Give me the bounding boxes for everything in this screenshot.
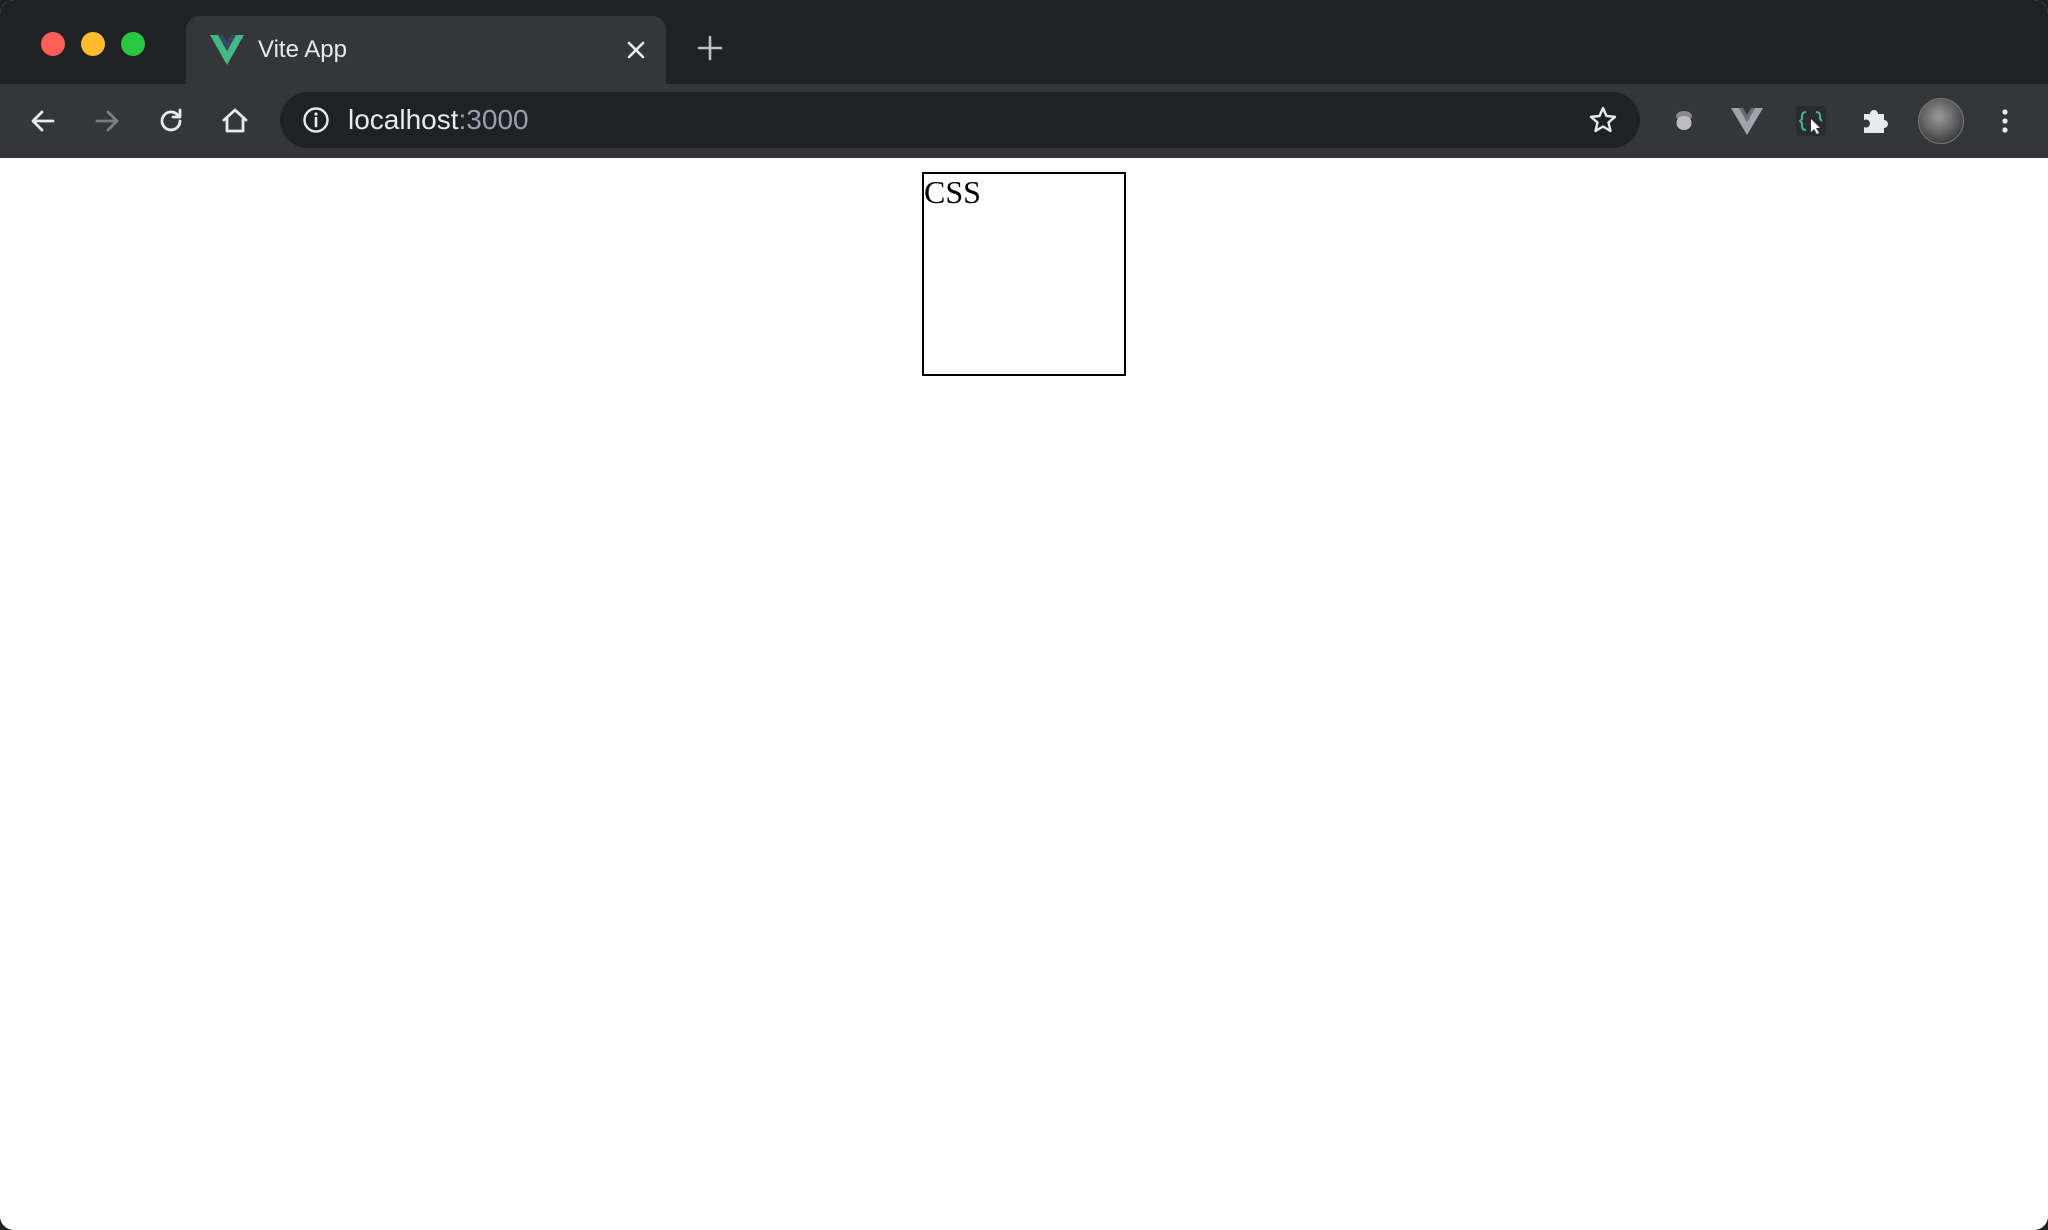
back-arrow-icon[interactable]	[26, 104, 60, 138]
close-window-button[interactable]	[41, 32, 65, 56]
css-box: CSS	[922, 172, 1126, 376]
vue-devtools-extension-icon[interactable]	[1728, 102, 1766, 140]
active-tab[interactable]: Vite App	[186, 16, 666, 84]
tab-strip: Vite App	[0, 0, 2048, 84]
css-box-label: CSS	[924, 174, 981, 210]
profile-avatar[interactable]	[1918, 98, 1964, 144]
page-viewport: CSS	[0, 158, 2048, 1230]
info-icon[interactable]	[302, 106, 330, 134]
browser-toolbar: localhost:3000	[0, 84, 2048, 159]
forward-arrow-icon[interactable]	[90, 104, 124, 138]
vue-logo-icon	[210, 35, 244, 65]
tab-title: Vite App	[258, 36, 347, 63]
home-icon[interactable]	[218, 104, 252, 138]
more-menu-icon[interactable]	[1988, 104, 2022, 138]
acorn-extension-icon[interactable]	[1665, 102, 1703, 140]
maximize-window-button[interactable]	[121, 32, 145, 56]
url-host: localhost	[348, 104, 459, 135]
extensions-puzzle-icon[interactable]	[1856, 102, 1894, 140]
new-tab-icon[interactable]	[696, 34, 724, 62]
url-port: :3000	[458, 104, 529, 135]
code-selector-extension-icon[interactable]	[1792, 102, 1830, 140]
address-bar[interactable]: localhost:3000	[280, 92, 1640, 148]
browser-window: Vite App localhost:3000 CSS	[0, 0, 2048, 1230]
url-text[interactable]: localhost:3000	[348, 105, 529, 135]
close-tab-icon[interactable]	[622, 36, 650, 64]
bookmark-star-icon[interactable]	[1588, 105, 1618, 135]
reload-icon[interactable]	[154, 104, 188, 138]
minimize-window-button[interactable]	[81, 32, 105, 56]
